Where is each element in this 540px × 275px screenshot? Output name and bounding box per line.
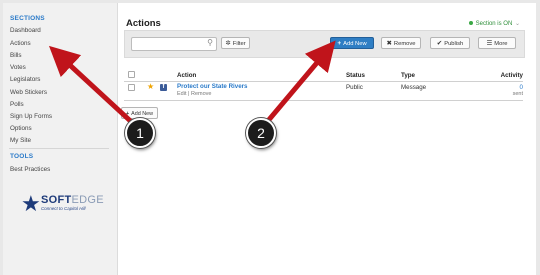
callout-1: 1 xyxy=(125,118,155,148)
callout-2: 2 xyxy=(246,118,276,148)
arrow-1 xyxy=(48,45,141,131)
arrow-2 xyxy=(259,40,336,131)
